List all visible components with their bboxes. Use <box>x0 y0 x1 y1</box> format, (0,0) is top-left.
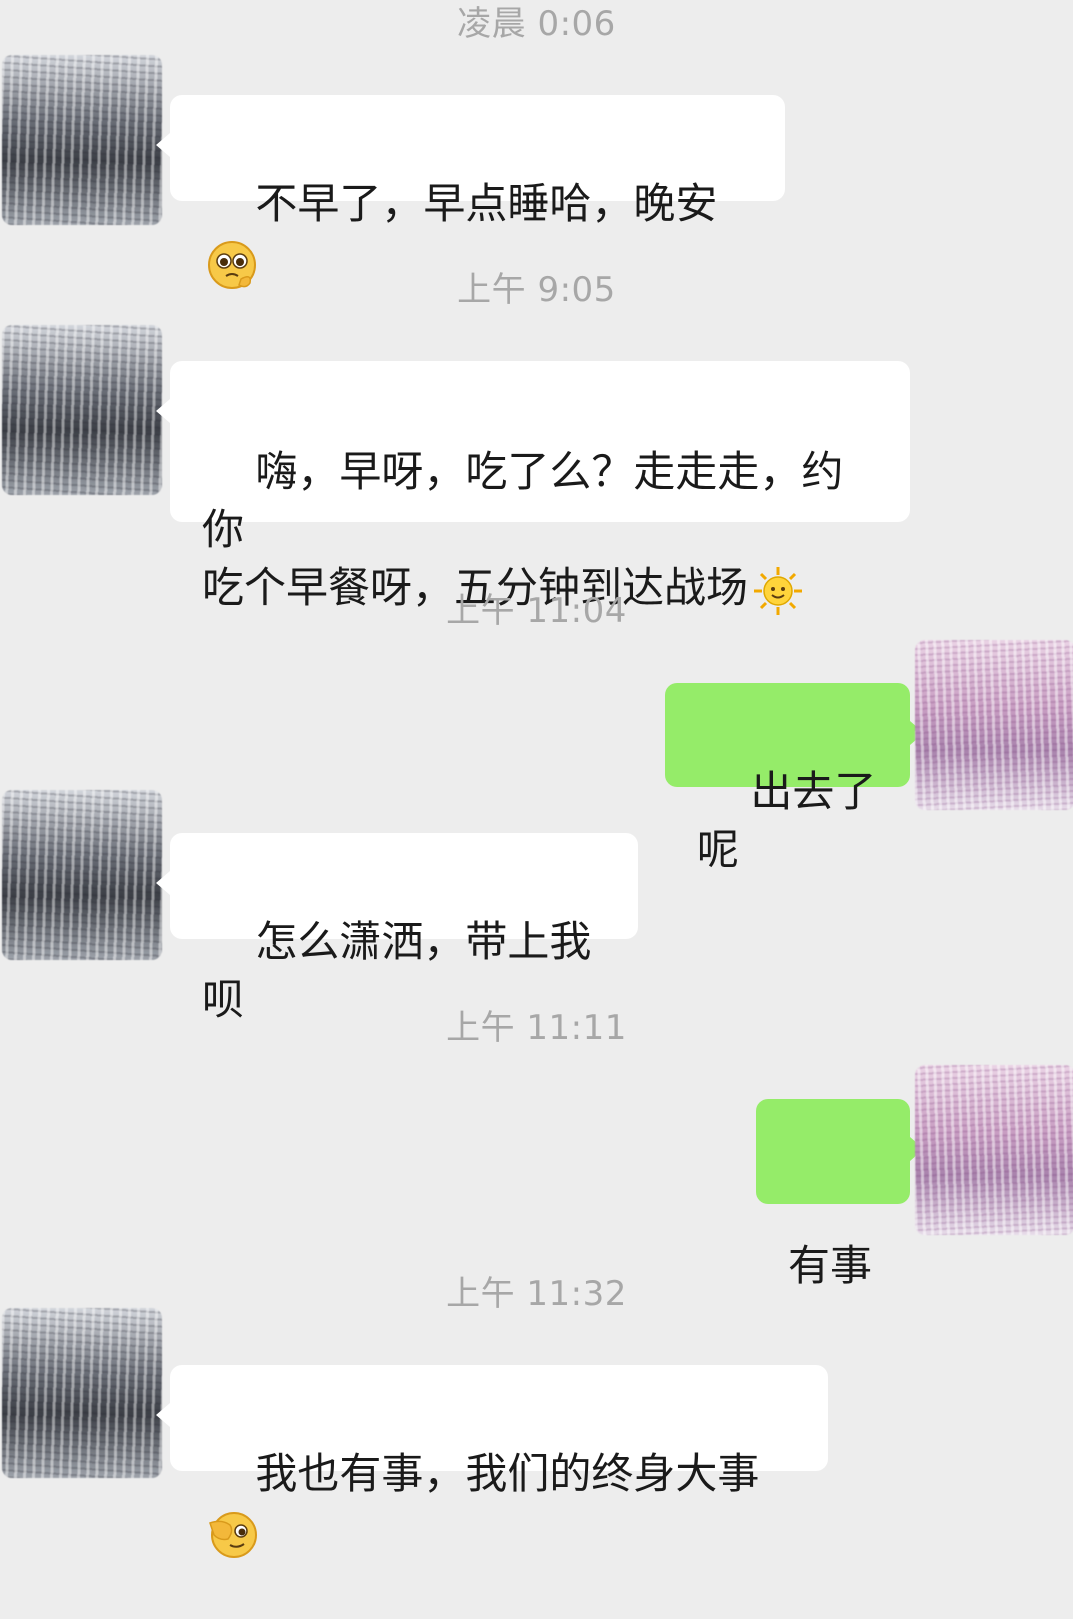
timestamp: 凌晨 0:06 <box>457 4 616 44</box>
timestamp: 上午 11:04 <box>446 591 627 631</box>
message-bubble-outgoing[interactable]: 出去了呢 <box>665 683 924 874</box>
message-text: 出去了呢 <box>697 767 877 874</box>
message-bubble-incoming[interactable]: 我也有事，我们的终身大事 <box>156 1365 828 1558</box>
message-bubble-incoming[interactable]: 不早了，早点睡哈，晚安 <box>156 95 785 289</box>
contact-avatar[interactable] <box>2 790 162 960</box>
my-avatar[interactable] <box>915 640 1073 810</box>
contact-avatar[interactable] <box>2 325 162 495</box>
face-with-hand-over-eye-icon <box>209 1511 257 1558</box>
timestamp: 上午 11:11 <box>446 1008 627 1048</box>
message-bubble-incoming[interactable]: 怎么潇洒，带上我呗 <box>156 833 638 1024</box>
message-bubble-outgoing[interactable]: 有事 <box>756 1099 924 1290</box>
my-avatar[interactable] <box>915 1065 1073 1235</box>
contact-avatar[interactable] <box>2 55 162 225</box>
contact-avatar[interactable] <box>2 1308 162 1478</box>
message-bubble-incoming[interactable]: 嗨，早呀，吃了么？走走走，约你 吃个早餐呀，五分钟到达战场 <box>156 361 910 615</box>
message-text: 不早了，早点睡哈，晚安 <box>255 179 718 228</box>
chat-window: 凌晨 0:06 不早了，早点睡哈，晚安 上午 9:05 嗨，早呀，吃了么？走走走… <box>0 0 1073 1558</box>
timestamp: 上午 9:05 <box>457 270 616 310</box>
timestamp: 上午 11:32 <box>446 1274 627 1314</box>
message-text: 我也有事，我们的终身大事 <box>255 1449 760 1498</box>
message-text: 嗨，早呀，吃了么？走走走，约你 吃个早餐呀，五分钟到达战场 <box>202 447 844 612</box>
